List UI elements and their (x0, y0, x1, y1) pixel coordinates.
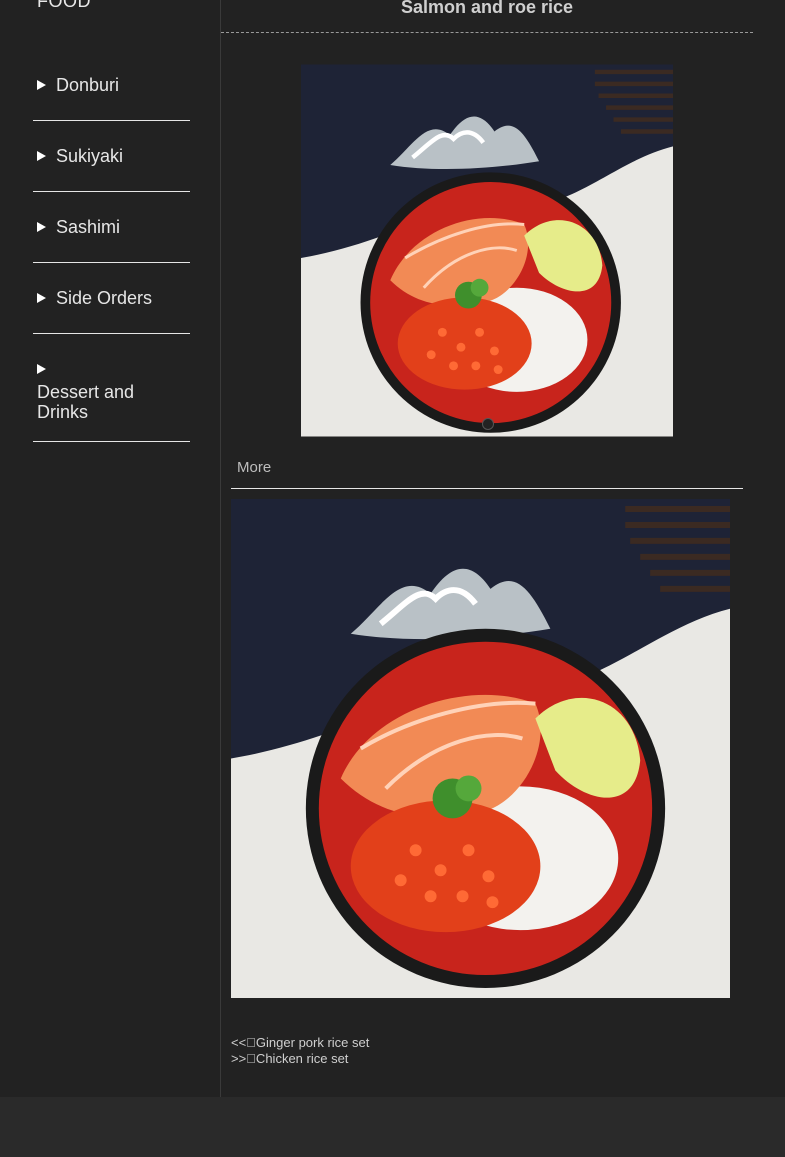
page-title: Salmon and roe rice (400, 0, 574, 17)
nav-item-side-orders[interactable]: Side Orders (33, 263, 190, 334)
nav-item-label: Side Orders (56, 287, 153, 308)
main-content: Salmon and roe rice (221, 0, 785, 1097)
nav-item-label: Donburi (56, 74, 120, 95)
nav-item-label: Dessert and Drinks (37, 382, 135, 422)
footer (0, 1097, 785, 1157)
play-triangle-icon (37, 151, 46, 161)
play-triangle-icon (37, 80, 46, 90)
brand-label: FOOD (37, 0, 91, 11)
nav-item-donburi[interactable]: Donburi (33, 50, 190, 121)
next-item-link[interactable]: >> Chicken rice set (231, 1051, 348, 1066)
nav-item-sashimi[interactable]: Sashimi (33, 192, 190, 263)
play-triangle-icon (37, 364, 46, 374)
prev-item-link[interactable]: << Ginger pork rice set (231, 1035, 369, 1050)
sidebar: FOOD Donburi Sukiyaki Sashimi Side Order… (0, 0, 221, 1097)
nav-item-dessert-drinks[interactable]: Dessert and Drinks (33, 334, 190, 442)
play-triangle-icon (37, 293, 46, 303)
salmon-roe-bowl-photo (301, 64, 673, 437)
more-link[interactable]: More (237, 459, 271, 476)
slider-dot-icon[interactable] (482, 418, 494, 430)
salmon-roe-bowl-photo-large (231, 499, 730, 998)
prev-next-pager: << Ginger pork rice set >> Chicken rice … (231, 1035, 369, 1067)
image-slider[interactable] (301, 64, 673, 437)
nav-item-label: Sukiyaki (56, 145, 124, 166)
nav-item-label: Sashimi (56, 216, 121, 237)
play-triangle-icon (37, 222, 46, 232)
more-row: More (231, 455, 743, 489)
dish-photo-large (231, 499, 730, 998)
title-bar: Salmon and roe rice (221, 0, 753, 33)
category-nav: Donburi Sukiyaki Sashimi Side Orders Des… (33, 50, 190, 442)
nav-item-sukiyaki[interactable]: Sukiyaki (33, 121, 190, 192)
